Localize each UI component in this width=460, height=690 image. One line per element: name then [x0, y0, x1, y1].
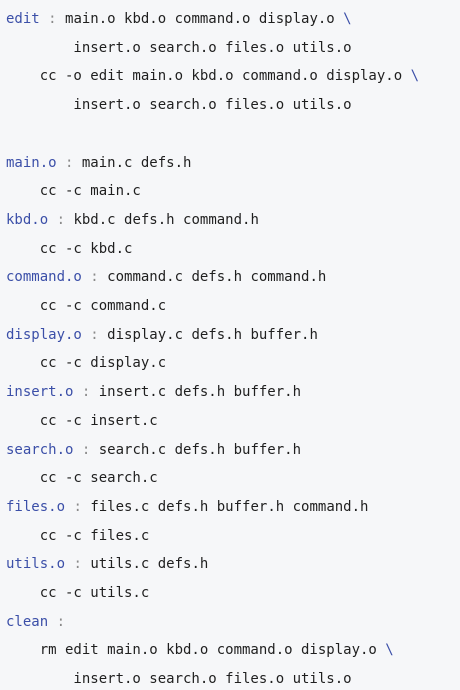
code-text: insert.o search.o files.o utils.o	[6, 39, 352, 56]
code-line: insert.o : insert.c defs.h buffer.h	[6, 381, 301, 403]
code-text: cc -c main.c	[6, 183, 141, 200]
rule-separator: :	[39, 11, 66, 27]
code-text: kbd.c defs.h command.h	[73, 211, 259, 228]
code-text: display.c defs.h buffer.h	[107, 326, 318, 343]
code-line: command.o : command.c defs.h command.h	[6, 266, 326, 288]
code-text: cc -c utils.c	[6, 585, 150, 601]
code-line: cc -c command.c	[6, 295, 166, 317]
code-line: utils.o : utils.c defs.h	[6, 553, 208, 575]
code-text: files.c defs.h buffer.h command.h	[90, 498, 369, 515]
code-line: rm edit main.o kbd.o command.o display.o…	[6, 639, 394, 661]
code-line: cc -c insert.c	[6, 410, 158, 432]
code-line: cc -c kbd.c	[6, 238, 133, 260]
code-line: cc -c display.c	[6, 352, 166, 374]
rule-separator: :	[81, 326, 108, 343]
rule-target: main.o	[6, 154, 57, 171]
rule-target: utils.o	[6, 556, 66, 573]
rule-target: search.o	[6, 441, 74, 458]
code-line: insert.o search.o files.o utils.o	[6, 37, 352, 59]
code-text: cc -o edit main.o kbd.o command.o displa…	[6, 68, 411, 85]
code-text: insert.o search.o files.o utils.o	[6, 97, 352, 114]
rule-target: insert.o	[6, 384, 74, 401]
code-line: cc -c utils.c	[6, 582, 150, 604]
code-line: files.o : files.c defs.h buffer.h comman…	[6, 496, 368, 518]
rule-separator: :	[73, 384, 99, 401]
code-text: cc -c command.c	[6, 298, 167, 314]
line-continuation: \	[343, 11, 352, 27]
code-line: cc -o edit main.o kbd.o command.o displa…	[6, 65, 419, 87]
line-continuation: \	[385, 642, 394, 659]
code-line: cc -c main.c	[6, 180, 141, 202]
code-text: rm edit main.o kbd.o command.o display.o	[6, 642, 386, 659]
line-continuation: \	[410, 68, 420, 85]
rule-target: files.o	[6, 498, 66, 515]
code-text: insert.o search.o files.o utils.o	[6, 671, 352, 688]
code-text: cc -c files.c	[6, 527, 150, 544]
code-line: search.o : search.c defs.h buffer.h	[6, 439, 301, 461]
code-text: cc -c search.c	[6, 470, 158, 487]
code-line: clean :	[6, 611, 65, 633]
code-line: insert.o search.o files.o utils.o	[6, 94, 352, 116]
rule-target: display.o	[6, 326, 82, 343]
rule-target: command.o	[6, 269, 82, 286]
code-text: main.o kbd.o command.o display.o	[65, 11, 344, 27]
rule-separator: :	[48, 613, 66, 630]
rule-target: kbd.o	[6, 211, 49, 228]
code-text: search.c defs.h buffer.h	[98, 441, 302, 458]
makefile-code-block: edit : main.o kbd.o command.o display.o …	[0, 0, 460, 690]
rule-separator: :	[73, 441, 99, 458]
code-line: kbd.o : kbd.c defs.h command.h	[6, 209, 259, 231]
rule-separator: :	[56, 154, 82, 171]
code-text: main.c defs.h	[81, 154, 192, 171]
rule-separator: :	[81, 269, 108, 286]
code-line: edit : main.o kbd.o command.o display.o …	[6, 8, 352, 30]
code-text: cc -c display.c	[6, 355, 167, 372]
code-text: insert.c defs.h buffer.h	[98, 384, 302, 401]
rule-separator: :	[65, 556, 91, 573]
code-line: main.o : main.c defs.h	[6, 152, 191, 174]
rule-separator: :	[65, 498, 91, 515]
rule-target: clean	[6, 613, 49, 630]
code-line: display.o : display.c defs.h buffer.h	[6, 324, 318, 346]
code-text: command.c defs.h command.h	[107, 269, 327, 286]
code-line: cc -c search.c	[6, 467, 158, 489]
rule-target: edit	[6, 11, 40, 27]
code-text: cc -c kbd.c	[6, 240, 133, 257]
code-line: cc -c files.c	[6, 525, 150, 547]
code-text: cc -c insert.c	[6, 412, 158, 429]
code-line: insert.o search.o files.o utils.o	[6, 668, 352, 690]
code-text: utils.c defs.h	[90, 556, 209, 573]
rule-separator: :	[48, 211, 74, 228]
